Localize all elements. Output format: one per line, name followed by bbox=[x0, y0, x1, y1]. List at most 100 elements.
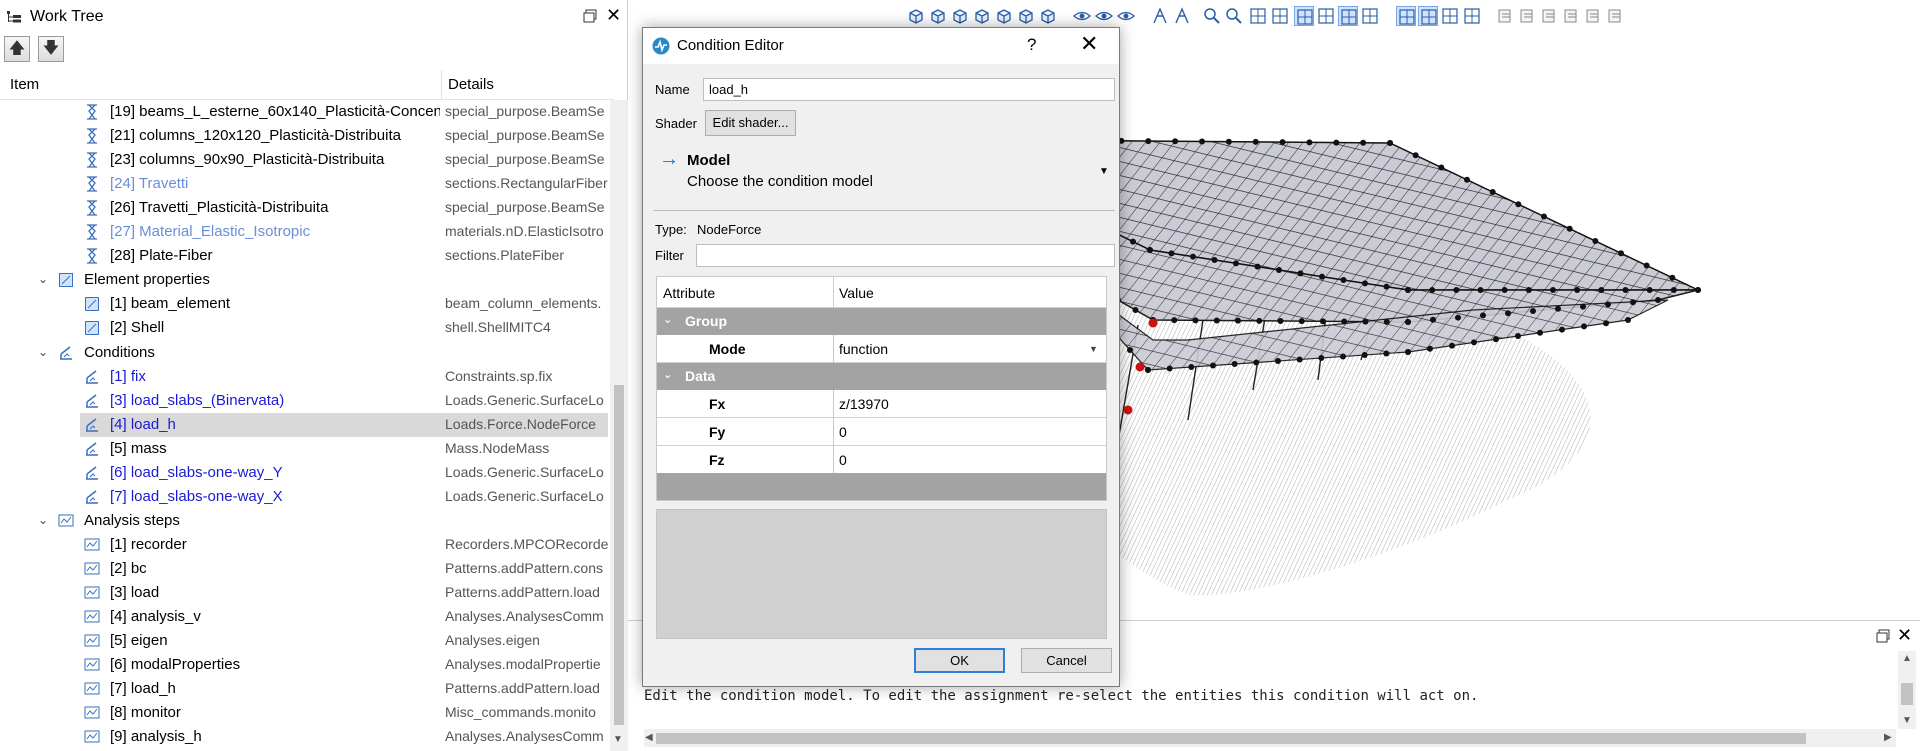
column-header-attribute[interactable]: Attribute bbox=[663, 285, 715, 301]
tree-row[interactable]: [2] Shell shell.ShellMITC4 bbox=[0, 316, 610, 340]
tree-row[interactable]: [26] Travetti_Plasticità-Distribuita spec… bbox=[0, 196, 610, 220]
mesh-node bbox=[1405, 319, 1411, 325]
column-header-item[interactable]: Item bbox=[10, 76, 39, 93]
fx-value-field[interactable]: z/13970 bbox=[839, 396, 889, 412]
tree-row[interactable]: [21] columns_120x120_Plasticità-Distribu… bbox=[0, 124, 610, 148]
mesh-node bbox=[1147, 247, 1153, 253]
scroll-up-arrow-icon[interactable]: ▲ bbox=[1902, 653, 1912, 664]
chevron-down-icon[interactable]: ▼ bbox=[1099, 166, 1109, 177]
mesh-node bbox=[1477, 287, 1484, 293]
cancel-button[interactable]: Cancel bbox=[1021, 648, 1112, 673]
tree-row[interactable]: [24] Travetti sections.RectangularFiber bbox=[0, 172, 610, 196]
tree-row[interactable]: [3] load_slabs_(Binervata) Loads.Generic.… bbox=[0, 389, 610, 413]
mesh-node bbox=[1387, 140, 1393, 146]
name-input[interactable] bbox=[703, 78, 1115, 101]
tree-row[interactable]: [19] beams_L_esterne_60x140_Plasticità-C… bbox=[0, 100, 610, 124]
float-window-icon[interactable] bbox=[1876, 629, 1890, 643]
tree-row[interactable]: [7] load_slabs-one-way_X Loads.Generic.Su… bbox=[0, 485, 610, 509]
mode-value-select[interactable]: function bbox=[839, 341, 888, 357]
fy-value-field[interactable]: 0 bbox=[839, 424, 847, 440]
filter-input[interactable] bbox=[696, 244, 1115, 267]
tree-group-row[interactable]: ⌄ Element properties bbox=[0, 268, 610, 292]
column-header-details[interactable]: Details bbox=[448, 76, 494, 93]
output-horizontal-scrollbar[interactable]: ◀ ▶ bbox=[644, 729, 1896, 747]
column-header-value[interactable]: Value bbox=[839, 285, 874, 301]
scrollbar-thumb[interactable] bbox=[656, 733, 1806, 744]
mesh-node bbox=[1213, 317, 1220, 324]
tree-row[interactable]: [9] analysis_h Analyses.AnalysesComm bbox=[0, 725, 610, 749]
column-separator[interactable] bbox=[441, 70, 442, 100]
chevron-down-icon[interactable]: ▼ bbox=[1089, 344, 1098, 354]
tree-row[interactable]: [1] beam_element beam_column_elements. bbox=[0, 292, 610, 316]
tree-row[interactable]: [4] analysis_v Analyses.AnalysesComm bbox=[0, 605, 610, 629]
filter-label: Filter bbox=[655, 248, 684, 263]
tree-row[interactable]: [5] eigen Analyses.eigen bbox=[0, 629, 610, 653]
tree-row-label: [9] analysis_h bbox=[110, 728, 202, 746]
mesh-node bbox=[1361, 352, 1368, 358]
help-button[interactable]: ? bbox=[1027, 35, 1036, 55]
scrollbar-thumb[interactable] bbox=[614, 385, 624, 725]
mesh-node bbox=[1559, 326, 1565, 333]
mesh-node bbox=[1340, 353, 1346, 360]
tree-row-details: Patterns.addPattern.load bbox=[445, 680, 600, 697]
expand-chevron-icon[interactable]: ⌄ bbox=[36, 272, 50, 286]
constrained-node bbox=[1123, 405, 1133, 415]
tree-row[interactable]: [4] load_h Loads.Force.NodeForce bbox=[0, 412, 610, 437]
scroll-down-arrow-icon[interactable]: ▼ bbox=[1902, 715, 1912, 726]
tree-row-details: Analyses.eigen bbox=[445, 632, 540, 649]
tree-row[interactable]: [6] modalProperties Analyses.modalPropert… bbox=[0, 653, 610, 677]
group-section-header[interactable]: ⌄ Group bbox=[657, 308, 1106, 335]
mesh-node bbox=[1130, 238, 1136, 245]
scroll-right-arrow-icon[interactable]: ▶ bbox=[1884, 732, 1892, 743]
condition-editor-dialog: Condition Editor ? ✕ Name Shader Edit sh… bbox=[642, 27, 1120, 687]
tree-row-label: [27] Material_Elastic_Isotropic bbox=[110, 223, 311, 241]
tree-row[interactable]: [1] fix Constraints.sp.fix bbox=[0, 365, 610, 389]
tree-row[interactable]: [28] Plate-Fiber sections.PlateFiber bbox=[0, 244, 610, 268]
tree-row-details: special_purpose.BeamSe bbox=[445, 151, 605, 168]
mesh-node bbox=[1603, 320, 1609, 327]
data-section-header[interactable]: ⌄ Data bbox=[657, 363, 1106, 390]
mesh-node bbox=[1233, 260, 1239, 267]
tree-row[interactable]: [5] mass Mass.NodeMass bbox=[0, 437, 610, 461]
mesh-node bbox=[1464, 176, 1470, 183]
tree-row[interactable]: [1] recorder Recorders.MPCORecorde bbox=[0, 533, 610, 557]
expand-chevron-icon[interactable]: ⌄ bbox=[36, 345, 50, 359]
dialog-titlebar[interactable]: Condition Editor ? ✕ bbox=[643, 28, 1119, 64]
condition-icon bbox=[84, 393, 100, 409]
output-vertical-scrollbar[interactable]: ▲ ▼ bbox=[1898, 651, 1916, 729]
tree-row-details: special_purpose.BeamSe bbox=[445, 199, 605, 216]
mesh-node bbox=[1254, 263, 1261, 270]
close-icon[interactable]: ✕ bbox=[606, 6, 621, 24]
analysis-step-icon bbox=[84, 561, 100, 577]
ok-button[interactable]: OK bbox=[914, 648, 1005, 673]
tree-row-label: [3] load bbox=[110, 584, 160, 601]
close-button[interactable]: ✕ bbox=[1080, 31, 1098, 57]
work-tree-titlebar: Work Tree ✕ bbox=[0, 0, 628, 34]
edit-shader-button[interactable]: Edit shader... bbox=[705, 110, 796, 136]
scroll-down-arrow-icon[interactable]: ▼ bbox=[613, 734, 623, 745]
tree-row[interactable]: [23] columns_90x90_Plasticità-Distribuit… bbox=[0, 148, 610, 172]
tree-scrollbar[interactable]: ▼ bbox=[610, 100, 628, 751]
fz-value-field[interactable]: 0 bbox=[839, 452, 847, 468]
move-up-button[interactable]: 🡅 bbox=[4, 36, 30, 62]
mesh-node bbox=[1145, 138, 1152, 145]
tree-row[interactable]: [3] load Patterns.addPattern.load bbox=[0, 581, 610, 605]
expand-chevron-icon[interactable]: ⌄ bbox=[36, 513, 50, 527]
tree-row[interactable]: [2] bc Patterns.addPattern.cons bbox=[0, 557, 610, 581]
chevron-down-icon[interactable]: ⌄ bbox=[663, 368, 672, 381]
mesh-node bbox=[1429, 287, 1436, 293]
tree-row[interactable]: [7] load_h Patterns.addPattern.load bbox=[0, 677, 610, 701]
close-icon[interactable]: ✕ bbox=[1897, 625, 1912, 646]
tree-group-row[interactable]: ⌄ Conditions bbox=[0, 341, 610, 365]
mesh-node bbox=[1480, 312, 1486, 319]
chevron-down-icon[interactable]: ⌄ bbox=[663, 313, 672, 326]
tree-group-row[interactable]: ⌄ Analysis steps bbox=[0, 509, 610, 533]
scroll-left-arrow-icon[interactable]: ◀ bbox=[645, 732, 653, 743]
tree-row[interactable]: [27] Material_Elastic_Isotropic materials… bbox=[0, 220, 610, 244]
float-window-icon[interactable] bbox=[583, 9, 597, 23]
tree-row[interactable]: [6] load_slabs-one-way_Y Loads.Generic.Su… bbox=[0, 461, 610, 485]
move-down-button[interactable]: 🡇 bbox=[38, 36, 64, 62]
scrollbar-thumb[interactable] bbox=[1901, 683, 1913, 705]
mesh-node bbox=[1625, 317, 1631, 323]
tree-row[interactable]: [8] monitor Misc_commands.monito bbox=[0, 701, 610, 725]
